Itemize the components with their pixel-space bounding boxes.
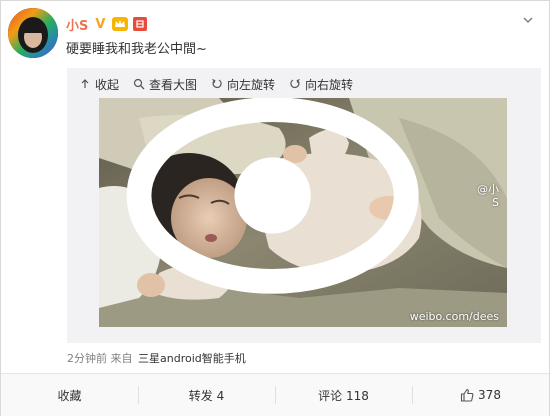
rotate-right-label: 向右旋转 xyxy=(305,77,354,92)
watermark-site: weibo.com/dees xyxy=(409,310,499,323)
like-count: 378 xyxy=(478,388,501,402)
collapse-label: 收起 xyxy=(95,77,120,92)
verified-badge: V xyxy=(95,16,106,32)
post-meta: 2分钟前 来自 三星android智能手机 xyxy=(67,350,246,366)
repost-button[interactable]: 转发 4 xyxy=(138,374,275,416)
rotate-left-label: 向左旋转 xyxy=(227,77,276,92)
rotate-right-button[interactable]: 向右旋转 xyxy=(289,76,353,93)
thumbs-up-icon xyxy=(460,388,474,402)
watermark: @小S weibo.com/dees xyxy=(99,98,499,323)
weibo-eye-icon xyxy=(126,98,419,294)
source-label: 来自 xyxy=(110,352,133,365)
media-toolbar: 收起 查看大图 向左旋转 向右旋转 xyxy=(79,74,353,94)
action-bar: 收藏 转发 4 评论 118 378 xyxy=(1,373,549,416)
comment-label: 评论 118 xyxy=(318,388,369,403)
username[interactable]: 小S xyxy=(66,15,88,34)
rotate-right-icon xyxy=(290,79,300,89)
post-photo[interactable]: @小S weibo.com/dees xyxy=(99,98,507,327)
red-badge-icon[interactable] xyxy=(133,17,148,31)
rotate-left-button[interactable]: 向左旋转 xyxy=(211,76,275,93)
collapse-arrow-icon xyxy=(81,79,89,88)
comment-button[interactable]: 评论 118 xyxy=(275,374,412,416)
vip-crown-icon[interactable] xyxy=(112,17,129,31)
weibo-post-card: 小S V 硬要睡我和我老公中間~ 收起 查看大图 向左旋转 向右旋转 @小S w… xyxy=(0,0,550,416)
source-device[interactable]: 三星android智能手机 xyxy=(138,352,246,365)
view-large-button[interactable]: 查看大图 xyxy=(133,76,197,93)
post-text: 硬要睡我和我老公中間~ xyxy=(66,42,207,57)
collapse-button[interactable]: 收起 xyxy=(79,76,119,93)
like-button[interactable]: 378 xyxy=(412,374,549,416)
magnifier-icon xyxy=(133,78,145,90)
rotate-left-icon xyxy=(212,79,222,89)
post-time[interactable]: 2分钟前 xyxy=(67,352,107,365)
favorite-label: 收藏 xyxy=(57,388,82,403)
media-card: 收起 查看大图 向左旋转 向右旋转 @小S weibo.com/dees xyxy=(67,68,541,343)
chevron-down-icon[interactable] xyxy=(521,13,535,27)
watermark-user: @小S xyxy=(477,182,499,209)
avatar[interactable] xyxy=(8,8,58,58)
favorite-button[interactable]: 收藏 xyxy=(1,374,138,416)
repost-label: 转发 4 xyxy=(188,388,225,403)
user-row: 小S V xyxy=(66,15,148,34)
view-large-label: 查看大图 xyxy=(149,77,198,92)
